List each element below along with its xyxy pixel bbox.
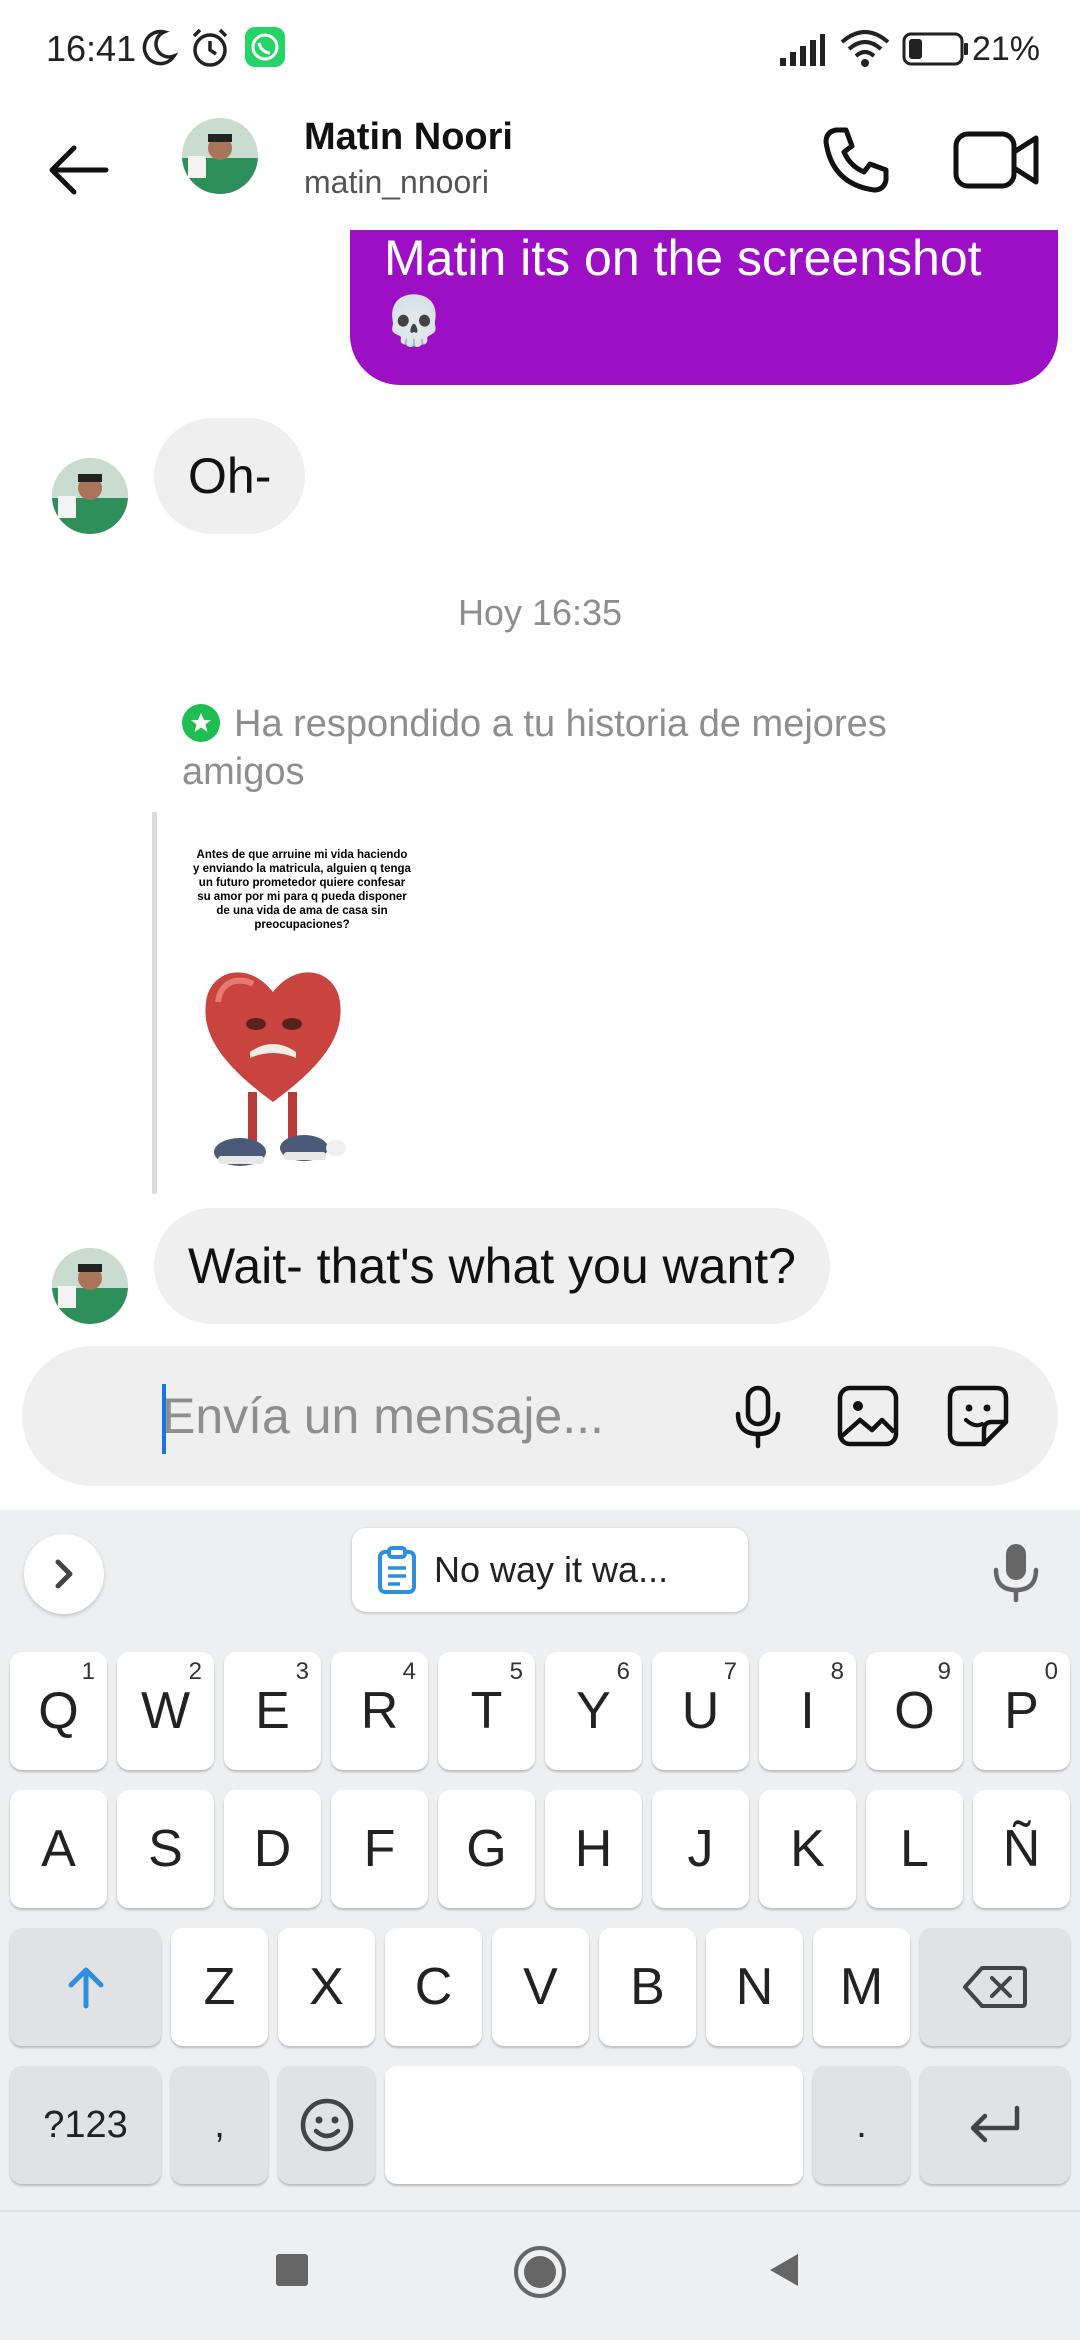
sender-avatar[interactable] [52,458,128,534]
clipboard-suggestion[interactable]: No way it wa... [352,1528,748,1612]
sad-heart-sticker [205,972,346,1166]
keyboard-toolbar: No way it wa... [0,1510,1080,1632]
message-input[interactable] [162,1374,722,1458]
system-nav-bar [0,2210,1080,2340]
message-text: Matin its on the screenshot [384,230,982,286]
sticker-icon[interactable] [942,1380,1014,1452]
key-e[interactable]: E3 [224,1652,321,1770]
story-preview[interactable]: Antes de que arruine mi vida haciendo y … [182,812,422,1194]
key-d[interactable]: D [224,1790,321,1908]
video-camera-icon[interactable] [952,122,1042,198]
enter-arrow-icon [970,2105,1020,2143]
key-n[interactable]: N [706,1928,803,2046]
key-u[interactable]: U7 [652,1652,749,1770]
home-circle-icon[interactable] [512,2244,568,2300]
battery-percentage: 21% [971,30,1040,68]
shift-key[interactable] [10,1928,161,2046]
contact-avatar[interactable] [182,118,258,194]
space-key[interactable] [385,2066,803,2184]
key-y[interactable]: Y6 [545,1652,642,1770]
story-caption: Antes de que arruine mi vida haciendo y … [193,849,411,931]
key-r[interactable]: R4 [331,1652,428,1770]
key-b[interactable]: B [599,1928,696,2046]
key-p[interactable]: P0 [973,1652,1070,1770]
key-n-tilde[interactable]: Ñ [973,1790,1070,1908]
moon-icon [142,29,178,66]
incoming-message[interactable]: Wait- that's what you want? [154,1208,830,1324]
battery-icon [902,32,968,66]
clipboard-text: No way it wa... [434,1549,669,1590]
key-f[interactable]: F [331,1790,428,1908]
status-bar: 16:41 21% [0,0,1080,100]
key-m[interactable]: M [813,1928,910,2046]
recents-square-icon[interactable] [272,2250,312,2290]
symbols-key[interactable]: ?123 [10,2066,161,2184]
clipboard-icon [378,1546,416,1594]
contact-name[interactable]: Matin Noori [304,116,513,159]
phone-icon[interactable] [818,122,894,198]
key-k[interactable]: K [759,1790,856,1908]
key-c[interactable]: C [385,1928,482,2046]
key-j[interactable]: J [652,1790,749,1908]
key-w[interactable]: W2 [117,1652,214,1770]
back-arrow-icon[interactable] [40,130,120,210]
key-q[interactable]: Q1 [10,1652,107,1770]
alarm-icon [192,28,228,67]
expand-toolbar-button[interactable] [24,1534,104,1614]
outgoing-message[interactable]: Matin its on the screenshot 💀 [350,230,1058,385]
key-v[interactable]: V [492,1928,589,2046]
backspace-key[interactable] [920,1928,1070,2046]
skull-emoji: 💀 [384,295,444,348]
status-time: 16:41 [46,28,137,69]
backspace-icon [963,1966,1027,2008]
key-g[interactable]: G [438,1790,535,1908]
message-text: Oh- [188,448,272,504]
period-key[interactable]: . [813,2066,910,2184]
chat-header: Matin Noori matin_nnoori [0,100,1080,235]
message-thread[interactable]: Matin its on the screenshot 💀 Oh- Hoy 16… [0,230,1080,1330]
smiley-icon [300,2098,353,2152]
enter-key[interactable] [920,2066,1070,2184]
timestamp: Hoy 16:35 [457,592,623,633]
contact-username[interactable]: matin_nnoori [304,164,489,201]
key-i[interactable]: I8 [759,1652,856,1770]
story-reply-text: Ha respondido a tu historia de mejores a… [182,703,887,793]
incoming-message[interactable]: Oh- [154,418,306,534]
key-t[interactable]: T5 [438,1652,535,1770]
text-caret [162,1384,166,1454]
wifi-icon [840,30,890,67]
signal-icon [780,34,825,66]
key-a[interactable]: A [10,1790,107,1908]
gallery-icon[interactable] [832,1380,904,1452]
microphone-icon[interactable] [722,1380,794,1452]
sender-avatar[interactable] [52,1248,128,1324]
emoji-key[interactable] [278,2066,375,2184]
key-l[interactable]: L [866,1790,963,1908]
voice-input-icon[interactable] [986,1540,1046,1604]
key-z[interactable]: Z [171,1928,268,2046]
message-text: Wait- that's what you want? [188,1238,796,1294]
whatsapp-icon [245,27,285,67]
star-badge-icon [182,704,220,742]
message-composer [22,1346,1058,1486]
story-reply-note: Ha respondido a tu historia de mejores a… [182,700,1002,796]
chevron-right-icon [55,1559,73,1589]
key-x[interactable]: X [278,1928,375,2046]
key-s[interactable]: S [117,1790,214,1908]
shift-arrow-icon [68,1967,103,2009]
comma-key[interactable]: , [171,2066,268,2184]
key-o[interactable]: O9 [866,1652,963,1770]
back-triangle-icon[interactable] [764,2250,804,2290]
quote-line [152,812,157,1194]
key-h[interactable]: H [545,1790,642,1908]
